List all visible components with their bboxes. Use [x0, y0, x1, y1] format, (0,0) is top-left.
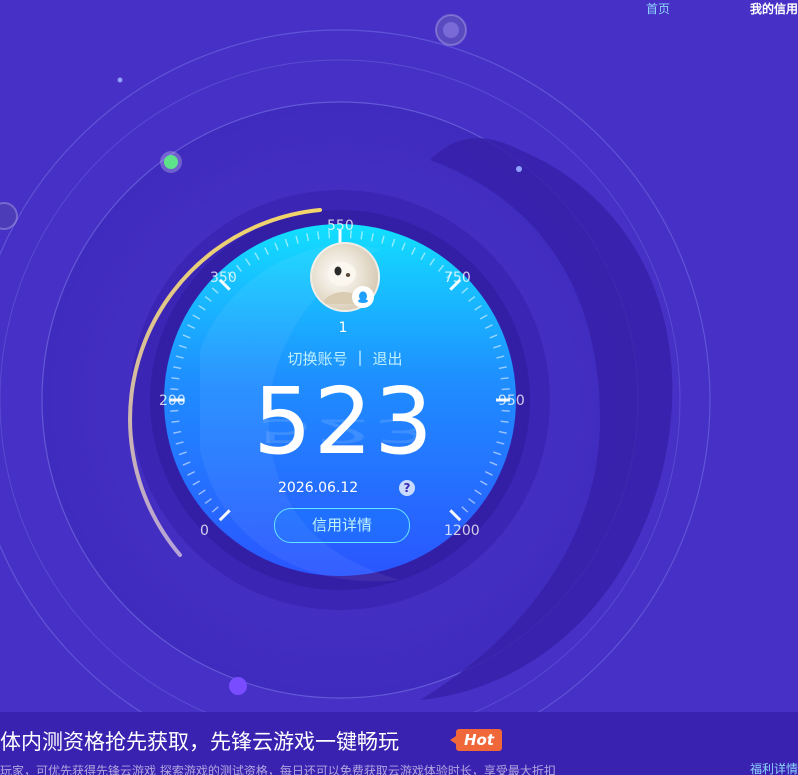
- gauge-minor-tick: [501, 409, 510, 412]
- tick-label-350: 350: [210, 270, 237, 286]
- promo-banner-subtitle: 玩家，可优先获得先锋云游戏 探索游戏的测试资格，每日还可以免费获取云游戏体验时长…: [0, 764, 556, 775]
- credit-score-reflection: 523: [256, 411, 432, 450]
- promo-banner-title[interactable]: 体内测资格抢先获取，先锋云游戏一键畅玩: [0, 726, 399, 756]
- tick-label-0: 0: [200, 523, 209, 539]
- nav-home-link[interactable]: 首页: [646, 0, 670, 17]
- nav-my-credit-link[interactable]: 我的信用: [750, 0, 798, 17]
- gauge-minor-tick: [501, 388, 510, 391]
- top-nav: 首页 我的信用: [0, 0, 798, 20]
- tick-label-750: 750: [444, 270, 471, 286]
- tick-label-950: 950: [498, 393, 525, 409]
- account-separator: |: [357, 348, 363, 366]
- welfare-detail-link[interactable]: 福利详情: [750, 760, 798, 775]
- username: 1: [338, 320, 348, 336]
- hot-badge: Hot: [449, 729, 503, 751]
- tick-label-200: 200: [159, 393, 186, 409]
- gauge-minor-tick: [170, 409, 179, 412]
- switch-account-link[interactable]: 切换账号: [287, 348, 347, 369]
- qq-icon: [352, 286, 374, 308]
- score-date: 2026.06.12: [278, 480, 359, 496]
- logout-link[interactable]: 退出: [373, 348, 403, 369]
- tick-label-550: 550: [327, 218, 354, 234]
- tick-label-1200: 1200: [444, 523, 480, 539]
- account-actions: 切换账号 | 退出: [270, 348, 420, 369]
- background: 0 200 350 550 750 950 1200 1 切换账号 | 退出 5…: [0, 0, 798, 775]
- credit-detail-button[interactable]: 信用详情: [274, 508, 410, 543]
- help-icon[interactable]: ?: [399, 480, 415, 496]
- gauge-minor-tick: [170, 388, 179, 391]
